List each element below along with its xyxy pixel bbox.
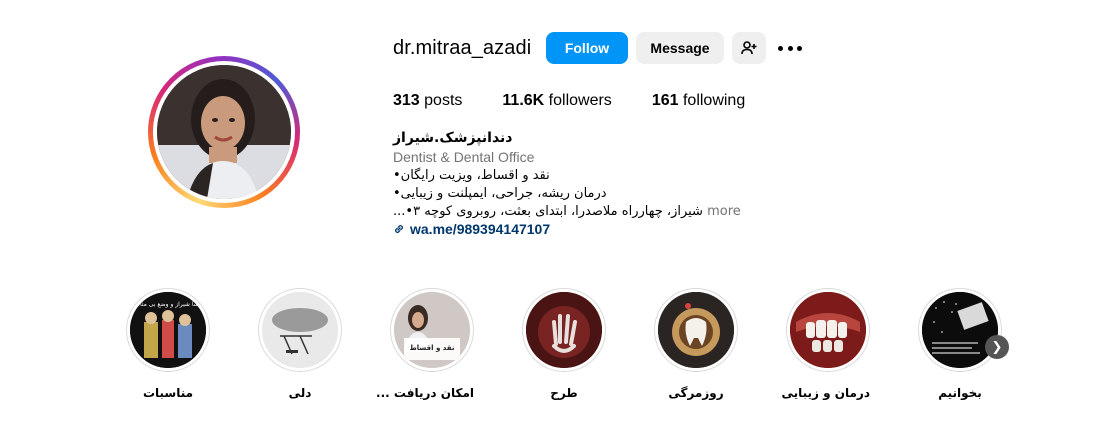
avatar-photo <box>157 65 291 199</box>
highlight-label: روزمرگی <box>668 386 724 400</box>
story-highlight[interactable]: نقد و اقساط امکان دریافت ... <box>376 288 474 400</box>
bio-website-link[interactable]: wa.me/989394147107 <box>393 221 550 237</box>
bio-name: دندانپزشک.شیراز <box>393 130 513 146</box>
profile-stats: 313 posts 11.6K followers 161 following <box>393 92 785 110</box>
highlight-label: طرح <box>550 386 578 400</box>
highlight-cover-text: نقد و اقساط <box>410 344 455 352</box>
bio-line: درمان ریشه، جراحی، ایمپلنت و زیبایی• <box>393 186 607 201</box>
highlight-cover-art: خوشا شیراز و وضع بی مثالش <box>130 292 206 368</box>
highlight-cover-text: خوشا شیراز و وضع بی مثالش <box>131 301 206 308</box>
suggest-people-button[interactable] <box>732 32 766 64</box>
highlight-cover-art: نقد و اقساط <box>394 292 470 368</box>
followers-count: 11.6K <box>502 92 545 109</box>
bio-line-truncated: شیراز، چهارراه ملاصدرا، ابتدای بعثت، روب… <box>393 204 741 219</box>
highlight-cover-ring <box>522 288 606 372</box>
highlight-cover-art <box>790 292 866 368</box>
posts-label: posts <box>424 92 463 109</box>
followers-stat[interactable]: 11.6K followers <box>502 92 611 110</box>
highlight-cover-art <box>526 292 602 368</box>
avatar-portrait <box>157 65 291 199</box>
highlight-cover-art <box>922 292 998 368</box>
following-label: following <box>682 92 746 109</box>
profile-avatar[interactable] <box>148 56 300 208</box>
link-icon <box>395 225 403 233</box>
highlight-cover-ring <box>654 288 738 372</box>
avatar-inner-border <box>153 61 295 203</box>
highlight-cover <box>790 292 866 368</box>
story-highlight[interactable]: دلی <box>258 288 342 400</box>
highlight-label: درمان و زیبایی <box>781 386 870 400</box>
message-button[interactable]: Message <box>636 32 724 64</box>
highlight-cover <box>262 292 338 368</box>
highlight-cover: نقد و اقساط <box>394 292 470 368</box>
highlight-label: امکان دریافت ... <box>376 386 474 400</box>
highlight-cover-ring <box>918 288 1002 372</box>
highlight-cover <box>526 292 602 368</box>
follow-button[interactable]: Follow <box>546 32 628 64</box>
highlight-label: مناسبات <box>142 386 194 400</box>
more-options-icon[interactable] <box>778 38 802 58</box>
highlight-cover-art <box>262 292 338 368</box>
add-person-icon <box>741 41 757 55</box>
story-highlight[interactable]: طرح <box>522 288 606 400</box>
chevron-right-icon[interactable]: ❯ <box>985 335 1009 359</box>
highlight-cover <box>658 292 734 368</box>
highlight-cover-ring: خوشا شیراز و وضع بی مثالش <box>126 288 210 372</box>
highlight-cover: خوشا شیراز و وضع بی مثالش <box>130 292 206 368</box>
bio-line-text: شیراز، چهارراه ملاصدرا، ابتدای بعثت، روب… <box>393 204 703 219</box>
bio-category: Dentist & Dental Office <box>393 149 535 165</box>
posts-stat: 313 posts <box>393 92 462 110</box>
profile-username: dr.mitraa_azadi <box>393 37 532 59</box>
bio-more-link[interactable]: more <box>707 204 741 219</box>
highlight-cover-ring <box>786 288 870 372</box>
highlight-cover-art <box>658 292 734 368</box>
story-highlight[interactable]: خوشا شیراز و وضع بی مثالش مناسبات <box>126 288 210 400</box>
bio-line: نقد و اقساط، ویزیت رایگان• <box>393 168 550 183</box>
highlight-cover-ring: نقد و اقساط <box>390 288 474 372</box>
highlight-cover-ring <box>258 288 342 372</box>
posts-count: 313 <box>393 92 420 109</box>
highlight-label: دلی <box>288 386 312 400</box>
story-highlight[interactable]: درمان و زیبایی <box>781 288 870 400</box>
highlight-cover <box>922 292 998 368</box>
followers-label: followers <box>548 92 612 109</box>
bio-link-text: wa.me/989394147107 <box>410 221 551 237</box>
highlight-label: بخوانیم <box>938 386 982 400</box>
following-stat[interactable]: 161 following <box>652 92 745 110</box>
story-highlight[interactable]: روزمرگی <box>654 288 738 400</box>
following-count: 161 <box>651 92 679 109</box>
